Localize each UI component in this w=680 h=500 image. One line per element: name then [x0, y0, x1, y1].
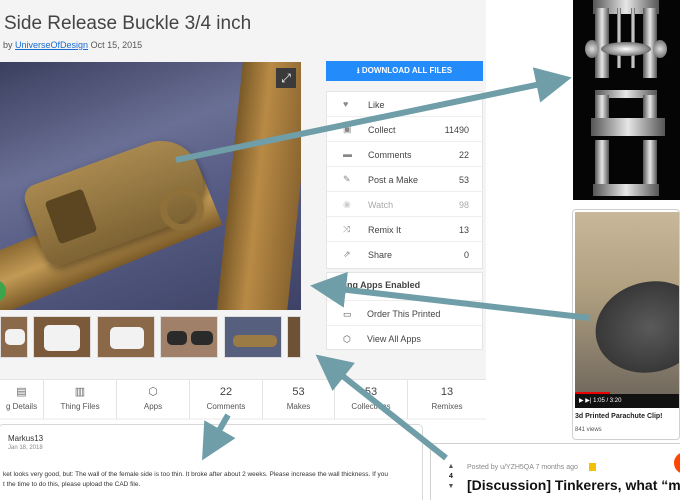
post-meta: Posted by u/YZH5QA 7 months ago — [467, 464, 578, 471]
tab-collections[interactable]: 53 Collections — [335, 380, 408, 419]
tab-comments[interactable]: 22 Comments — [190, 380, 263, 419]
hero-image[interactable]: ⤢ — [0, 62, 301, 310]
collect-icon: ▣ — [343, 124, 352, 134]
make-icon: ✎ — [343, 174, 351, 184]
print-icon: ▭ — [343, 309, 352, 319]
video-card: ▶ ▶| 1:05 / 3:20 3d Printed Parachute Cl… — [572, 209, 680, 440]
video-title[interactable]: 3d Printed Parachute Clip! — [575, 413, 663, 420]
download-all-button[interactable]: ⭳ DOWNLOAD ALL FILES — [326, 61, 483, 81]
stat-watch[interactable]: ◉ Watch 98 — [327, 192, 484, 217]
screenshot-collage: Side Release Buckle 3/4 inch by Universe… — [0, 0, 680, 500]
play-icon[interactable]: ▶ ▶| — [579, 398, 593, 404]
thing-title: Side Release Buckle 3/4 inch — [4, 13, 252, 34]
award-icon — [589, 463, 596, 471]
share-icon: ⇗ — [343, 249, 351, 259]
remix-icon: ⤨ — [343, 224, 351, 234]
avatar — [674, 452, 680, 474]
apps-panel: hing Apps Enabled ▭ Order This Printed ⬡ V… — [326, 272, 484, 350]
byline: by UniverseOfDesign Oct 15, 2015 — [3, 40, 142, 50]
author-link[interactable]: UniverseOfDesign — [15, 40, 88, 50]
thumbnail-strip — [0, 316, 301, 360]
tab-makes[interactable]: 53 Makes — [263, 380, 335, 419]
post-title[interactable]: [Discussion] Tinkerers, what “mechan — [467, 477, 680, 493]
tab-remixes[interactable]: 13 Remixes — [408, 380, 486, 419]
comment-card: Markus13 Jan 18, 2018 ket looks very goo… — [0, 424, 423, 500]
upvote-icon[interactable]: ▲ — [445, 462, 457, 472]
stat-comments[interactable]: ▬ Comments 22 — [327, 142, 484, 167]
stat-like[interactable]: ♥ Like — [327, 92, 484, 117]
stat-remix[interactable]: ⤨ Remix It 13 — [327, 217, 484, 242]
stat-share[interactable]: ⇗ Share 0 — [327, 242, 484, 267]
thumbnail[interactable] — [160, 316, 218, 358]
stat-collect[interactable]: ▣ Collect 11490 — [327, 117, 484, 142]
stat-post-make[interactable]: ✎ Post a Make 53 — [327, 167, 484, 192]
apps-heading: hing Apps Enabled — [339, 280, 421, 290]
thing-date: Oct 15, 2015 — [90, 40, 143, 50]
video-views: 841 views — [575, 427, 602, 433]
thumbnail[interactable] — [97, 316, 155, 358]
expand-icon[interactable]: ⤢ — [276, 68, 296, 88]
thumbnail[interactable] — [33, 316, 91, 358]
tab-details[interactable]: ▤ g Details — [0, 380, 44, 419]
by-label: by — [3, 40, 13, 50]
heart-icon: ♥ — [343, 99, 349, 109]
tab-files[interactable]: ▥ Thing Files — [44, 380, 117, 419]
cube-icon: ⬡ — [343, 334, 351, 344]
reddit-post: ▲ 4 ▼ Posted by u/YZH5QA 7 months ago [D… — [430, 443, 680, 500]
video-time: 1:05 / 3:20 — [593, 398, 622, 404]
comment-icon: ▬ — [343, 149, 352, 159]
vote-count: 4 — [449, 473, 453, 480]
app-order-printed[interactable]: ▭ Order This Printed — [327, 300, 484, 325]
app-view-all[interactable]: ⬡ View All Apps — [327, 325, 484, 350]
eye-icon: ◉ — [343, 199, 351, 209]
ring-shape — [160, 187, 204, 231]
cube-icon: ⬡ — [148, 386, 158, 398]
comment-user[interactable]: Markus13 — [8, 434, 43, 443]
files-icon: ▥ — [74, 386, 86, 398]
thing-tabs: ▤ g Details ▥ Thing Files ⬡ Apps 22 Comments… — [0, 379, 486, 419]
details-icon: ▤ — [16, 386, 27, 398]
stats-panel: ♥ Like ▣ Collect 11490 ▬ Comments 22 ✎ Post a … — [326, 91, 484, 269]
rendered-buckle-image — [573, 0, 680, 200]
thumbnail[interactable] — [0, 316, 28, 358]
thumbnail[interactable] — [224, 316, 282, 358]
tab-apps[interactable]: ⬡ Apps — [117, 380, 190, 419]
thing-page: Side Release Buckle 3/4 inch by Universe… — [0, 0, 486, 420]
video-controls[interactable]: ▶ ▶| 1:05 / 3:20 — [575, 394, 679, 408]
buckle-slot — [44, 188, 98, 245]
vote-control: ▲ 4 ▼ — [445, 462, 457, 492]
thumbnail[interactable] — [287, 316, 301, 358]
downvote-icon[interactable]: ▼ — [445, 482, 457, 492]
video-player[interactable]: ▶ ▶| 1:05 / 3:20 — [575, 212, 679, 408]
comment-date: Jan 18, 2018 — [8, 445, 43, 451]
comment-text: ket looks very good, but: The wall of th… — [3, 471, 389, 488]
